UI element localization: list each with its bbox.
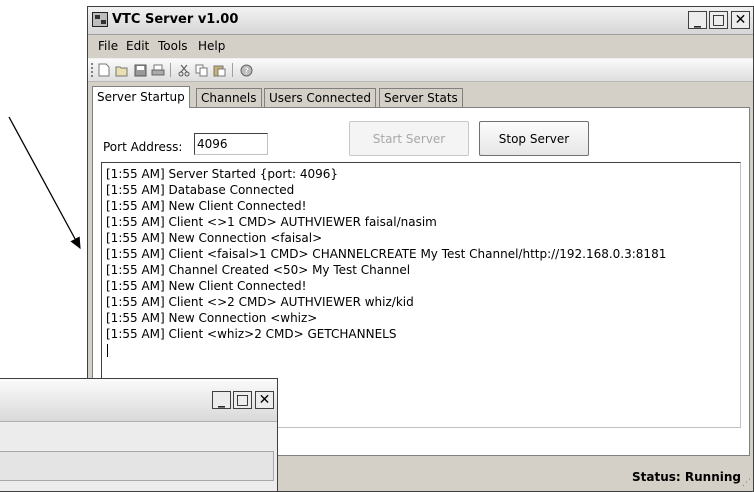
menu-bar: File Edit Tools Help bbox=[88, 35, 753, 57]
text-caret bbox=[107, 344, 108, 357]
log-line: [1:55 AM] Channel Created <50> My Test C… bbox=[106, 263, 411, 277]
title-bar[interactable]: VTC Server v1.00 _ □ ✕ bbox=[88, 7, 753, 35]
log-line: [1:55 AM] New Client Connected! bbox=[106, 279, 307, 293]
paste-icon[interactable] bbox=[212, 62, 228, 78]
svg-text:?: ? bbox=[244, 67, 249, 77]
log-line: [1:55 AM] New Client Connected! bbox=[106, 199, 307, 213]
tab-users-connected[interactable]: Users Connected bbox=[264, 88, 377, 107]
log-line: [1:55 AM] Database Connected bbox=[106, 183, 295, 197]
minimize-icon: _ bbox=[694, 12, 701, 28]
second-close-button[interactable]: ✕ bbox=[255, 391, 274, 409]
second-maximize-button[interactable]: □ bbox=[233, 391, 252, 409]
toolbar: ? bbox=[88, 58, 753, 82]
close-button[interactable]: ✕ bbox=[731, 11, 750, 29]
port-address-input[interactable] bbox=[194, 133, 268, 155]
tab-server-stats[interactable]: Server Stats bbox=[379, 88, 463, 107]
close-icon: ✕ bbox=[258, 392, 271, 408]
second-minimize-button[interactable]: _ bbox=[212, 391, 231, 409]
menu-help[interactable]: Help bbox=[198, 39, 225, 53]
resize-grip-icon[interactable]: ⋰ bbox=[742, 478, 751, 488]
new-icon[interactable] bbox=[96, 62, 112, 78]
app-icon bbox=[92, 12, 108, 27]
log-line: [1:55 AM] Client <whiz>2 CMD> GETCHANNEL… bbox=[106, 327, 397, 341]
maximize-icon: □ bbox=[711, 12, 726, 28]
print-icon[interactable] bbox=[150, 62, 166, 78]
minimize-icon: _ bbox=[218, 392, 225, 408]
menu-file[interactable]: File bbox=[98, 39, 118, 53]
toolbar-separator bbox=[232, 63, 233, 77]
stop-server-button[interactable]: Stop Server bbox=[479, 121, 589, 156]
tab-channels[interactable]: Channels bbox=[196, 88, 262, 107]
status-text: Status: Running bbox=[632, 470, 741, 484]
close-icon: ✕ bbox=[734, 12, 747, 28]
maximize-button[interactable]: □ bbox=[709, 11, 728, 29]
copy-icon[interactable] bbox=[194, 62, 210, 78]
cut-icon[interactable] bbox=[176, 62, 192, 78]
log-line: [1:55 AM] New Connection <whiz> bbox=[106, 311, 318, 325]
menu-tools[interactable]: Tools bbox=[158, 39, 188, 53]
toolbar-grip[interactable] bbox=[91, 63, 95, 77]
second-window-field[interactable] bbox=[0, 451, 274, 481]
log-line: [1:55 AM] Client <faisal>1 CMD> CHANNELC… bbox=[106, 247, 667, 261]
maximize-icon: □ bbox=[235, 392, 250, 408]
log-line: [1:55 AM] New Connection <faisal> bbox=[106, 231, 323, 245]
log-line: [1:55 AM] Client <>2 CMD> AUTHVIEWER whi… bbox=[106, 295, 414, 309]
menu-edit[interactable]: Edit bbox=[126, 39, 149, 53]
start-server-button[interactable]: Start Server bbox=[349, 121, 469, 156]
save-icon[interactable] bbox=[132, 62, 148, 78]
open-icon[interactable] bbox=[114, 62, 130, 78]
port-address-label: Port Address: bbox=[103, 140, 183, 154]
minimize-button[interactable]: _ bbox=[688, 11, 707, 29]
log-line: [1:55 AM] Server Started {port: 4096} bbox=[106, 167, 339, 181]
help-icon[interactable]: ? bbox=[238, 62, 254, 78]
second-window-title-bar[interactable]: _ □ ✕ bbox=[0, 379, 277, 422]
window-title: VTC Server v1.00 bbox=[112, 12, 239, 27]
log-line: [1:55 AM] Client <>1 CMD> AUTHVIEWER fai… bbox=[106, 215, 437, 229]
second-window: _ □ ✕ bbox=[0, 378, 278, 492]
tab-server-startup[interactable]: Server Startup bbox=[92, 86, 190, 108]
toolbar-separator bbox=[170, 63, 171, 77]
